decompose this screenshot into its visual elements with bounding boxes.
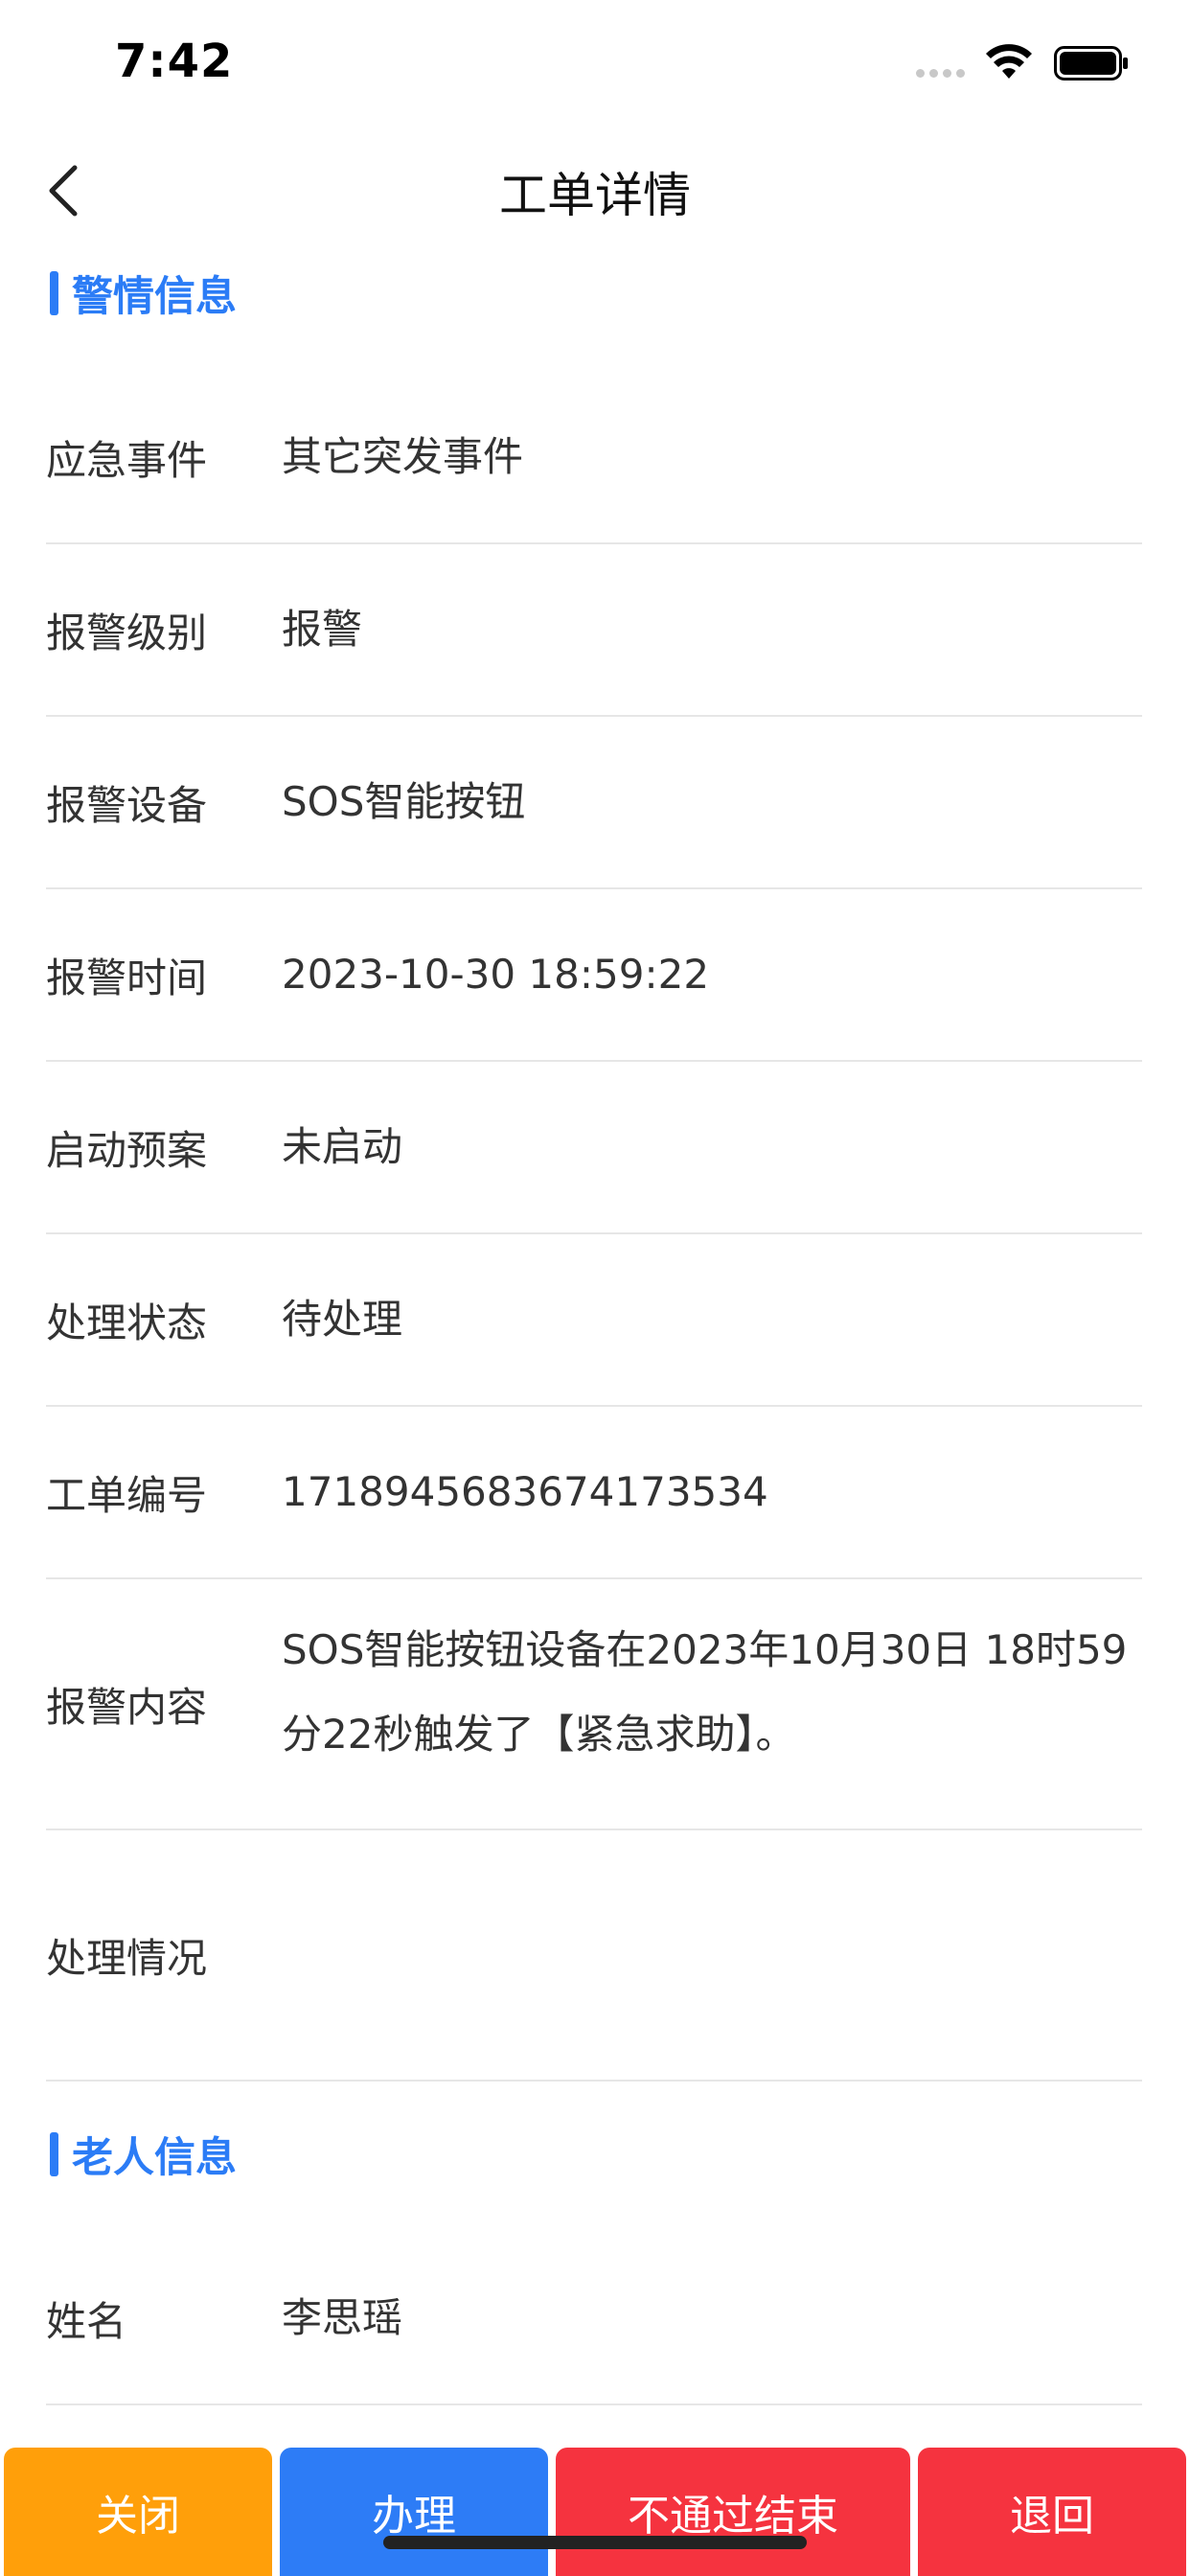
row-value: 未启动 [282,1123,403,1170]
row-label: 工单编号 [46,1471,208,1519]
row-plan-start: 启动预案 未启动 [46,1062,1142,1234]
row-alarm-level: 报警级别 报警 [46,544,1142,717]
section-accent-bar [50,271,58,315]
row-value: 2023-10-30 18:59:22 [282,951,710,998]
row-value [282,1830,1142,2080]
row-value: SOS智能按钮设备在2023年10月30日 18时59分22秒触发了【紧急求助】… [282,1626,1128,1758]
row-label: 处理状态 [46,1299,208,1346]
screen: 7:42 工单详情 警情信息 应急事件 其它突发事件 报警级别 报警 报警设备 … [0,0,1190,2576]
reject-end-button[interactable]: 不通过结束 [556,2448,910,2576]
row-value: 报警 [282,606,363,653]
row-label: 应急事件 [46,436,208,484]
row-alarm-device: 报警设备 SOS智能按钮 [46,717,1142,889]
signal-icon [916,69,965,78]
section-accent-bar [50,2132,58,2176]
return-button[interactable]: 退回 [918,2448,1186,2576]
page-title: 工单详情 [499,168,691,223]
row-process-status: 处理状态 待处理 [46,1234,1142,1407]
section-header-elder: 老人信息 [50,2126,237,2183]
nav-bar: 工单详情 [0,128,1190,253]
row-label: 姓名 [46,2297,127,2345]
row-ticket-number: 工单编号 1718945683674173534 [46,1407,1142,1579]
status-time: 7:42 [115,34,234,88]
battery-icon [1054,46,1128,80]
status-bar: 7:42 [0,0,1190,128]
row-label: 报警时间 [46,954,208,1001]
row-process-situation: 处理情况 [46,1830,1142,2082]
home-indicator[interactable] [383,2536,807,2549]
row-label: 报警内容 [46,1683,208,1731]
bottom-action-bar: 关闭 办理 不通过结束 退回 [0,2448,1190,2576]
section-title-alarm: 警情信息 [72,273,237,321]
row-label: 处理情况 [46,1934,208,1982]
row-value: SOS智能按钮 [282,778,526,825]
row-value: 李思瑶 [282,2294,403,2341]
row-label: 报警设备 [46,781,208,829]
row-elder-name: 姓名 李思瑶 [46,2233,1142,2405]
handle-button[interactable]: 办理 [280,2448,548,2576]
section-title-elder: 老人信息 [72,2134,237,2182]
row-value: 1718945683674173534 [282,1468,768,1515]
row-emergency-event: 应急事件 其它突发事件 [46,372,1142,544]
row-label: 启动预案 [46,1126,208,1174]
row-value: 待处理 [282,1296,403,1343]
row-alarm-time: 报警时间 2023-10-30 18:59:22 [46,889,1142,1062]
section-header-alarm: 警情信息 [50,264,237,322]
row-label: 报警级别 [46,609,208,656]
wifi-icon [986,44,1032,79]
row-alarm-content: 报警内容 SOS智能按钮设备在2023年10月30日 18时59分22秒触发了【… [46,1579,1142,1830]
row-value: 其它突发事件 [282,433,524,480]
close-button[interactable]: 关闭 [4,2448,272,2576]
